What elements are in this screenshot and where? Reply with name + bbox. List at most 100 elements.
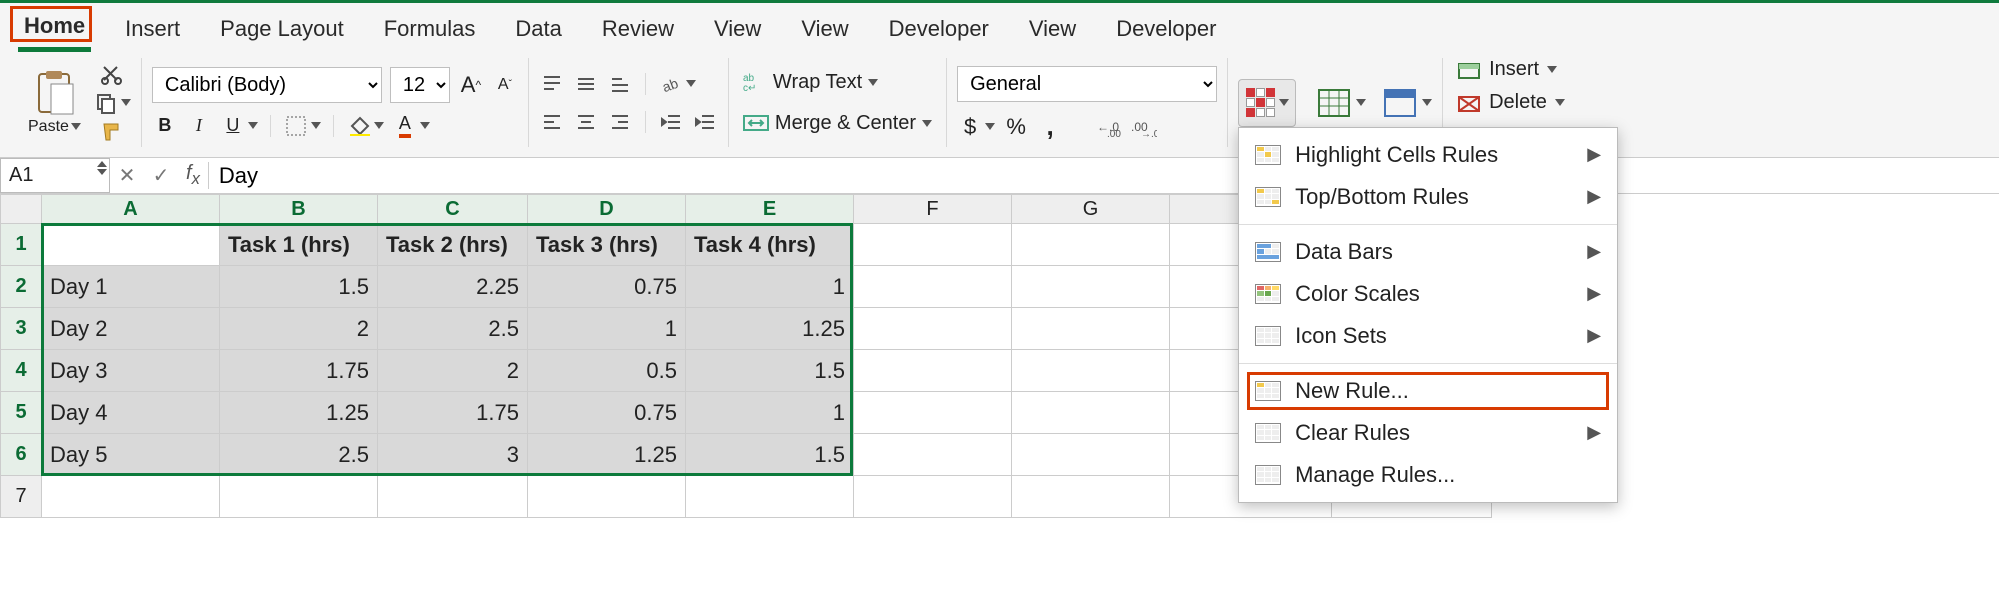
select-all-corner[interactable]: [0, 194, 42, 224]
fx-label[interactable]: fx: [178, 162, 209, 189]
cell-E4[interactable]: 1.5: [686, 350, 854, 392]
align-left-button[interactable]: [539, 109, 565, 135]
cell-D1[interactable]: Task 3 (hrs): [528, 224, 686, 266]
font-color-button[interactable]: A: [392, 113, 418, 139]
cell-F6[interactable]: [854, 434, 1012, 476]
cell-G3[interactable]: [1012, 308, 1170, 350]
cell-D4[interactable]: 0.5: [528, 350, 686, 392]
tab-insert[interactable]: Insert: [119, 12, 186, 50]
col-header-A[interactable]: A: [42, 194, 220, 224]
cell-F5[interactable]: [854, 392, 1012, 434]
cell-A1[interactable]: Day: [42, 224, 220, 266]
conditional-formatting-button[interactable]: [1238, 79, 1296, 127]
format-painter-button[interactable]: [99, 118, 125, 144]
increase-font-button[interactable]: A^: [458, 72, 484, 98]
menu-top-bottom-rules[interactable]: Top/Bottom Rules▶: [1239, 176, 1617, 218]
cell-G2[interactable]: [1012, 266, 1170, 308]
cell-B1[interactable]: Task 1 (hrs): [220, 224, 378, 266]
font-size-select[interactable]: 12: [390, 67, 450, 103]
tab-view-3[interactable]: View: [1023, 12, 1082, 50]
row-header-2[interactable]: 2: [0, 266, 42, 308]
row-header-4[interactable]: 4: [0, 350, 42, 392]
copy-button[interactable]: [93, 90, 119, 116]
cell-B3[interactable]: 2: [220, 308, 378, 350]
menu-data-bars[interactable]: Data Bars▶: [1239, 231, 1617, 273]
cell-C3[interactable]: 2.5: [378, 308, 528, 350]
name-box-stepper[interactable]: [97, 161, 107, 175]
cell-E1[interactable]: Task 4 (hrs): [686, 224, 854, 266]
accounting-format-button[interactable]: $: [957, 114, 983, 140]
tab-review[interactable]: Review: [596, 12, 680, 50]
increase-decimal-button[interactable]: ←.0.00: [1097, 114, 1123, 140]
cell-A4[interactable]: Day 3: [42, 350, 220, 392]
borders-button[interactable]: [283, 113, 309, 139]
cell-C7[interactable]: [378, 476, 528, 518]
wrap-text-button[interactable]: abc↵ Wrap Text: [739, 69, 936, 96]
cell-F3[interactable]: [854, 308, 1012, 350]
align-center-button[interactable]: [573, 109, 599, 135]
align-bottom-button[interactable]: [607, 71, 633, 97]
row-header-1[interactable]: 1: [0, 224, 42, 266]
cell-G5[interactable]: [1012, 392, 1170, 434]
row-header-7[interactable]: 7: [0, 476, 42, 518]
insert-cells-button[interactable]: Insert: [1457, 58, 1565, 81]
decrease-font-button[interactable]: Aˇ: [492, 72, 518, 98]
row-header-3[interactable]: 3: [0, 308, 42, 350]
row-header-6[interactable]: 6: [0, 434, 42, 476]
cell-F7[interactable]: [854, 476, 1012, 518]
format-as-table-button[interactable]: [1314, 83, 1354, 123]
delete-cells-button[interactable]: Delete: [1457, 91, 1565, 114]
cell-D5[interactable]: 0.75: [528, 392, 686, 434]
tab-developer-2[interactable]: Developer: [1110, 12, 1222, 50]
cell-G1[interactable]: [1012, 224, 1170, 266]
col-header-B[interactable]: B: [220, 194, 378, 224]
cell-A5[interactable]: Day 4: [42, 392, 220, 434]
cell-E6[interactable]: 1.5: [686, 434, 854, 476]
decrease-indent-button[interactable]: [658, 109, 684, 135]
fill-color-button[interactable]: [346, 113, 372, 139]
tab-home[interactable]: Home: [18, 9, 91, 52]
cell-B2[interactable]: 1.5: [220, 266, 378, 308]
comma-button[interactable]: ,: [1037, 114, 1063, 140]
cell-C4[interactable]: 2: [378, 350, 528, 392]
cell-D2[interactable]: 0.75: [528, 266, 686, 308]
increase-indent-button[interactable]: [692, 109, 718, 135]
tab-formulas[interactable]: Formulas: [378, 12, 482, 50]
menu-new-rule[interactable]: New Rule...: [1239, 370, 1617, 412]
cell-C2[interactable]: 2.25: [378, 266, 528, 308]
cell-A2[interactable]: Day 1: [42, 266, 220, 308]
cell-B7[interactable]: [220, 476, 378, 518]
cell-styles-button[interactable]: [1380, 83, 1420, 123]
col-header-G[interactable]: G: [1012, 194, 1170, 224]
underline-button[interactable]: U: [220, 113, 246, 139]
row-header-5[interactable]: 5: [0, 392, 42, 434]
cell-A3[interactable]: Day 2: [42, 308, 220, 350]
cell-G7[interactable]: [1012, 476, 1170, 518]
percent-button[interactable]: %: [1003, 114, 1029, 140]
paste-button[interactable]: Paste: [24, 70, 85, 136]
tab-view[interactable]: View: [708, 12, 767, 50]
cell-E3[interactable]: 1.25: [686, 308, 854, 350]
orientation-button[interactable]: ab: [658, 71, 684, 97]
menu-clear-rules[interactable]: Clear Rules▶: [1239, 412, 1617, 454]
menu-highlight-cells-rules[interactable]: Highlight Cells Rules▶: [1239, 134, 1617, 176]
col-header-D[interactable]: D: [528, 194, 686, 224]
italic-button[interactable]: I: [186, 113, 212, 139]
menu-color-scales[interactable]: Color Scales▶: [1239, 273, 1617, 315]
bold-button[interactable]: B: [152, 113, 178, 139]
cell-B5[interactable]: 1.25: [220, 392, 378, 434]
merge-center-button[interactable]: Merge & Center: [739, 110, 936, 137]
menu-manage-rules[interactable]: Manage Rules...: [1239, 454, 1617, 496]
cell-E7[interactable]: [686, 476, 854, 518]
cell-C1[interactable]: Task 2 (hrs): [378, 224, 528, 266]
cell-G6[interactable]: [1012, 434, 1170, 476]
col-header-E[interactable]: E: [686, 194, 854, 224]
cell-D3[interactable]: 1: [528, 308, 686, 350]
cell-F1[interactable]: [854, 224, 1012, 266]
formula-input[interactable]: [219, 158, 1999, 193]
cell-A6[interactable]: Day 5: [42, 434, 220, 476]
cell-C6[interactable]: 3: [378, 434, 528, 476]
cell-B6[interactable]: 2.5: [220, 434, 378, 476]
col-header-F[interactable]: F: [854, 194, 1012, 224]
tab-data[interactable]: Data: [509, 12, 567, 50]
